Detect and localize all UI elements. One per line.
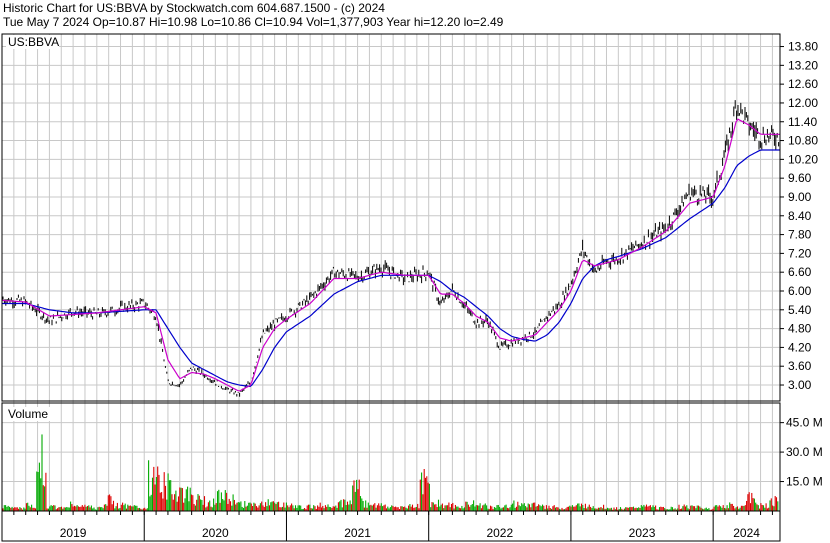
volume-tick-label: 15.0 M — [786, 475, 823, 489]
ma-short-line — [1, 118, 780, 392]
price-tick-label: 11.40 — [788, 115, 817, 129]
price-tick-label: 13.20 — [788, 58, 818, 72]
year-label: 2020 — [202, 526, 229, 540]
price-tick-label: 7.20 — [788, 246, 812, 260]
volume-tick-label: 30.0 M — [786, 445, 823, 459]
volume-bars — [2, 434, 779, 511]
price-tick-label: 7.80 — [788, 228, 812, 242]
time-axis-frame — [1, 510, 781, 542]
year-label: 2019 — [60, 526, 87, 540]
price-tick-label: 3.60 — [788, 359, 812, 373]
price-tick-label: 4.80 — [788, 322, 812, 336]
price-bars — [2, 100, 780, 397]
price-tick-label: 9.00 — [788, 190, 812, 204]
price-tick-label: 4.20 — [788, 340, 812, 354]
price-tick-label: 12.60 — [788, 77, 818, 91]
price-tick-label: 6.00 — [788, 284, 812, 298]
price-tick-label: 8.40 — [788, 209, 812, 223]
price-tick-label: 10.80 — [788, 134, 818, 148]
year-label: 2023 — [629, 526, 656, 540]
price-tick-label: 13.80 — [788, 40, 818, 54]
price-tick-label: 12.00 — [788, 96, 818, 110]
ma-long-line — [2, 149, 780, 388]
volume-label: Volume — [8, 407, 48, 421]
volume-tick-label: 45.0 M — [786, 416, 823, 430]
year-label: 2021 — [344, 526, 371, 540]
historic-chart: 3.00 3.60 4.20 4.80 5.40 6.00 6.60 7.20 7.80 8.40… — [1, 33, 823, 542]
grid-layer — [1, 34, 780, 511]
price-tick-label: 5.40 — [788, 303, 812, 317]
price-panel-frame — [1, 33, 781, 402]
volume-panel-frame — [1, 402, 781, 512]
price-tick-label: 10.20 — [788, 152, 818, 166]
symbol-label: US:BBVA — [8, 35, 59, 49]
price-tick-label: 9.60 — [788, 171, 812, 185]
year-label: 2024 — [733, 526, 760, 540]
year-label: 2022 — [486, 526, 513, 540]
price-tick-label: 3.00 — [788, 378, 812, 392]
tick-labels: 3.00 3.60 4.20 4.80 5.40 6.00 6.60 7.20 7.80 8.40… — [6, 35, 823, 540]
price-tick-label: 6.60 — [788, 265, 812, 279]
